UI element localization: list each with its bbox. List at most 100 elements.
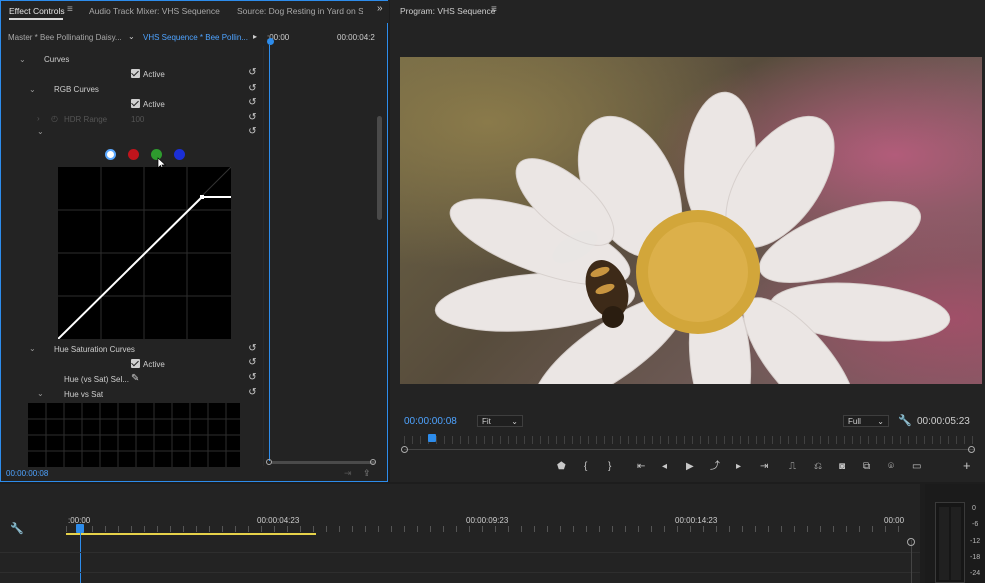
meter-label-3: -18: [970, 554, 981, 561]
timeline-wrench-icon[interactable]: 🔧: [10, 522, 24, 535]
rgb-curves-reset-icon[interactable]: ↺: [247, 83, 258, 94]
curves-active-checkbox[interactable]: [131, 69, 140, 78]
curves-collapse-icon[interactable]: ⌄: [19, 55, 26, 64]
chevron-down-icon: ⌄: [511, 417, 518, 426]
timeline-playhead-head[interactable]: [76, 524, 84, 533]
go-to-in-icon[interactable]: ⇤: [637, 461, 645, 473]
timeline-ruler[interactable]: :00:00 00:00:04:23 00:00:09:23 00:00:14:…: [66, 512, 908, 534]
hdr-reset-icon[interactable]: ↺: [247, 112, 258, 123]
hue-vs-sat-reset-icon[interactable]: ↺: [247, 387, 258, 398]
eyedropper-icon[interactable]: ✎: [131, 373, 139, 384]
track-divider: [0, 572, 920, 573]
rgb-curves-collapse-icon[interactable]: ⌄: [29, 85, 36, 94]
add-marker-icon[interactable]: ⬟: [557, 461, 566, 473]
lift-icon[interactable]: ⎍: [789, 461, 796, 473]
hue-sat-active-checkbox[interactable]: [131, 359, 140, 368]
meter-label-0: 0: [972, 505, 976, 512]
panel-tabs: Effect Controls ≡ Audio Track Mixer: VHS…: [1, 1, 389, 23]
ec-zoom-handle-left[interactable]: [266, 459, 272, 465]
hdr-expand-icon[interactable]: ›: [37, 114, 40, 123]
ec-divider: [263, 46, 264, 466]
go-to-out-icon[interactable]: ⇥: [760, 461, 768, 473]
program-scroll-track[interactable]: [404, 449, 974, 450]
curves-reset-icon[interactable]: ↺: [247, 67, 258, 78]
timeline-playhead-line[interactable]: [80, 533, 81, 583]
meter-left-channel: [939, 507, 949, 580]
channel-red-dot[interactable]: [128, 149, 139, 160]
rgb-active-label: Active: [143, 100, 165, 109]
sequence-clip-label[interactable]: VHS Sequence * Bee Pollin...: [143, 33, 248, 42]
ec-playhead-line[interactable]: [269, 45, 270, 461]
settings-wrench-icon[interactable]: 🔧: [898, 414, 912, 427]
curves-active-label: Active: [143, 70, 165, 79]
hue-sat-collapse-icon[interactable]: ⌄: [29, 344, 36, 353]
program-time-ruler[interactable]: [404, 436, 974, 444]
mark-in-icon[interactable]: {: [584, 461, 587, 473]
ec-playhead-head[interactable]: [267, 38, 274, 45]
mark-out-icon[interactable]: }: [608, 461, 611, 473]
vr-video-icon[interactable]: ⌾: [888, 461, 894, 473]
curves-label: Curves: [44, 55, 70, 64]
program-zoom-handle-right[interactable]: [968, 446, 975, 453]
program-duration: 00:00:05:23: [917, 416, 970, 427]
ec-time-ruler[interactable]: :00:00 00:00:04:2: [265, 30, 387, 46]
work-area-bar[interactable]: [66, 533, 316, 535]
ec-timecode[interactable]: 00:00:00:08: [6, 469, 48, 478]
hue-sat-reset-icon[interactable]: ↺: [247, 343, 258, 354]
hue-vs-sat-graph[interactable]: [28, 403, 240, 467]
timeline-vscroll-track[interactable]: [911, 540, 912, 583]
rgb-active-checkbox[interactable]: [131, 99, 140, 108]
export-icon[interactable]: ⇪: [363, 468, 371, 479]
ec-zoom-handle-right[interactable]: [370, 459, 376, 465]
ec-scrollbar[interactable]: [377, 116, 382, 220]
play-icon[interactable]: ▶: [686, 461, 694, 473]
more-tabs-icon[interactable]: »: [377, 3, 383, 14]
step-forward-icon[interactable]: ▸: [736, 461, 741, 473]
program-menu-icon[interactable]: ≡: [491, 4, 497, 15]
export-frame-icon[interactable]: ◙: [839, 461, 845, 473]
hue-vs-sat-label: Hue vs Sat: [64, 390, 104, 399]
program-monitor-title[interactable]: Program: VHS Sequence: [400, 6, 495, 16]
hue-vs-sat-collapse-icon[interactable]: ⌄: [37, 389, 44, 398]
rgb-curve-graph[interactable]: [58, 167, 231, 339]
timeline-ruler-label-2: 00:00:09:23: [466, 516, 509, 525]
tab-effect-controls[interactable]: Effect Controls: [9, 6, 65, 16]
stopwatch-icon[interactable]: ◴: [51, 114, 58, 123]
play-only-audio-icon[interactable]: ▸: [253, 32, 257, 41]
program-zoom-handle-left[interactable]: [401, 446, 408, 453]
zoom-level-dropdown[interactable]: Fit ⌄: [477, 415, 523, 427]
curve-graph-reset-icon[interactable]: ↺: [247, 126, 258, 137]
audio-meter-panel: 0 -6 -12 -18 -24: [925, 484, 985, 583]
resolution-dropdown[interactable]: Full ⌄: [843, 415, 889, 427]
extract-icon[interactable]: ⎌: [814, 461, 822, 473]
ec-horizontal-scrollbar[interactable]: [271, 461, 375, 464]
loop-icon[interactable]: ⤴: [710, 461, 720, 473]
tab-source[interactable]: Source: Dog Resting in Yard on Suni: [237, 6, 363, 16]
hue-selector-reset-icon[interactable]: ↺: [247, 372, 258, 383]
program-playhead[interactable]: [428, 434, 436, 442]
panel-menu-icon[interactable]: ≡: [67, 4, 73, 15]
step-back-icon[interactable]: ◂: [662, 461, 667, 473]
button-editor-plus-icon[interactable]: +: [963, 459, 971, 472]
channel-white-dot[interactable]: [105, 149, 116, 160]
meter-right-channel: [951, 507, 961, 580]
hdr-range-value[interactable]: 100: [131, 115, 144, 124]
hue-sat-active-reset-icon[interactable]: ↺: [247, 357, 258, 368]
program-video-frame[interactable]: [400, 57, 982, 384]
resolution-value: Full: [848, 417, 861, 426]
curve-graph-collapse-icon[interactable]: ⌄: [37, 127, 44, 136]
master-clip-label[interactable]: Master * Bee Pollinating Daisy...: [8, 33, 122, 42]
timeline-panel: 🔧 :00:00 00:00:04:23 00:00:09:23 00:00:1…: [0, 484, 920, 583]
channel-blue-dot[interactable]: [174, 149, 185, 160]
hue-sat-active-label: Active: [143, 360, 165, 369]
rgb-active-reset-icon[interactable]: ↺: [247, 97, 258, 108]
timeline-vscroll-handle[interactable]: [907, 538, 915, 546]
audio-meter-bars: [935, 502, 965, 583]
filter-icon[interactable]: ⇥: [344, 468, 352, 479]
chevron-down-icon[interactable]: ⌄: [128, 32, 135, 41]
safe-margins-icon[interactable]: ▭: [912, 461, 921, 473]
comparison-view-icon[interactable]: ⧉: [863, 461, 870, 473]
tab-audio-track-mixer[interactable]: Audio Track Mixer: VHS Sequence: [89, 6, 220, 16]
program-current-timecode[interactable]: 00:00:00:08: [404, 416, 457, 427]
timeline-ruler-label-1: 00:00:04:23: [257, 516, 300, 525]
